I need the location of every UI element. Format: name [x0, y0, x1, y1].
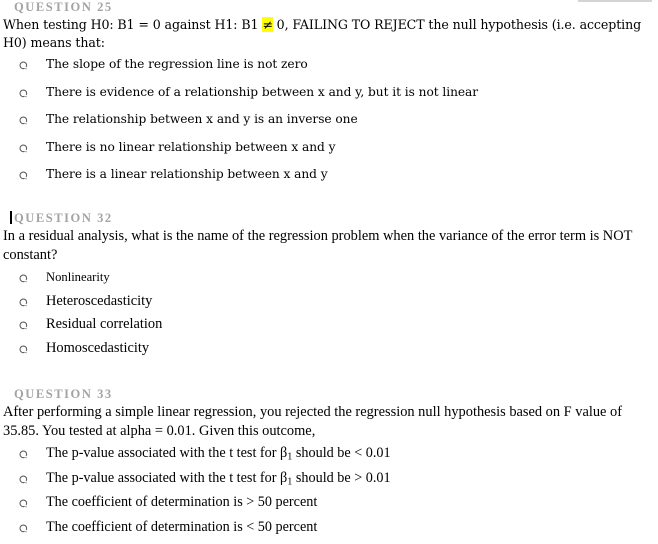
option-label-pre: The p-value associated with the t test f… — [46, 469, 288, 486]
option-label: The p-value associated with the t test f… — [46, 470, 391, 491]
option-label: There is no linear relationship between … — [46, 139, 336, 154]
option-label: The relationship between x and y is an i… — [46, 112, 358, 126]
option-label-post: should be > 0.01 — [292, 469, 391, 486]
option-row[interactable]: Homoscedasticity — [0, 340, 658, 364]
question-heading-32-label: QUESTION 32 — [14, 211, 113, 225]
quiz-page: QUESTION 25 When testing H0: B1 = 0 agai… — [0, 0, 658, 544]
question-heading-33: QUESTION 33 — [14, 387, 113, 401]
option-row[interactable]: The coefficient of determination is > 50… — [0, 494, 658, 519]
option-row[interactable]: Heteroscedasticity — [0, 293, 658, 317]
option-row[interactable]: There is no linear relationship between … — [0, 139, 658, 167]
option-row[interactable]: The slope of the regression line is not … — [0, 56, 658, 84]
question-block-32: QUESTION 32 In a residual analysis, what… — [0, 211, 658, 363]
radio-button-icon[interactable] — [19, 298, 28, 307]
radio-button-icon[interactable] — [19, 524, 28, 533]
option-row[interactable]: There is a linear relationship between x… — [0, 166, 658, 194]
option-row[interactable]: Nonlinearity — [0, 269, 658, 293]
question-text-25-part1: When testing H0: B1 = 0 against H1: B1 — [3, 17, 263, 32]
option-label-post: should be < 0.01 — [292, 445, 391, 461]
radio-button-icon[interactable] — [19, 144, 28, 153]
option-row[interactable]: The p-value associated with the t test f… — [0, 445, 658, 470]
options-list-33: The p-value associated with the t test f… — [0, 445, 658, 543]
question-text-25: When testing H0: B1 = 0 against H1: B1 ≠… — [0, 16, 658, 52]
option-label-pre: The coefficient of determination is > 50… — [46, 494, 318, 510]
radio-button-icon[interactable] — [19, 499, 28, 508]
option-label: Heteroscedasticity — [46, 292, 153, 309]
option-label: Homoscedasticity — [46, 339, 150, 356]
options-list-25: The slope of the regression line is not … — [0, 56, 658, 194]
option-label: Residual correlation — [46, 316, 163, 332]
radio-button-icon[interactable] — [19, 116, 28, 125]
option-row[interactable]: There is evidence of a relationship betw… — [0, 84, 658, 112]
radio-button-icon[interactable] — [19, 89, 28, 98]
radio-button-icon[interactable] — [19, 450, 28, 459]
option-label: There is evidence of a relationship betw… — [46, 84, 479, 99]
question-text-32: In a residual analysis, what is the name… — [3, 228, 633, 263]
option-label-pre: The p-value associated with the t test f… — [46, 445, 288, 461]
radio-button-icon[interactable] — [19, 61, 28, 70]
option-row[interactable]: The relationship between x and y is an i… — [0, 111, 658, 139]
option-label: The coefficient of determination is < 50… — [46, 519, 317, 540]
options-list-32: Nonlinearity Heteroscedasticity Residual… — [0, 269, 658, 363]
radio-button-icon[interactable] — [19, 321, 28, 330]
question-text-33: After performing a simple linear regress… — [3, 404, 623, 439]
radio-button-icon[interactable] — [19, 274, 28, 283]
question-block-25: QUESTION 25 When testing H0: B1 = 0 agai… — [0, 0, 658, 194]
option-label: Nonlinearity — [46, 270, 110, 284]
radio-button-icon[interactable] — [19, 171, 28, 180]
option-label: There is a linear relationship between x… — [46, 167, 328, 181]
question-block-33: QUESTION 33 After performing a simple li… — [0, 387, 658, 543]
question-heading-25: QUESTION 25 — [14, 0, 113, 14]
option-row[interactable]: Residual correlation — [0, 316, 658, 340]
option-row[interactable]: The p-value associated with the t test f… — [0, 470, 658, 495]
option-label: The p-value associated with the t test f… — [46, 445, 391, 466]
option-row[interactable]: The coefficient of determination is < 50… — [0, 519, 658, 544]
option-label: The coefficient of determination is > 50… — [46, 494, 317, 515]
question-heading-32: QUESTION 32 — [0, 211, 658, 225]
radio-button-icon[interactable] — [19, 475, 28, 484]
radio-button-icon[interactable] — [19, 345, 28, 354]
not-equal-highlight: ≠ — [262, 17, 273, 32]
option-label: The slope of the regression line is not … — [46, 57, 308, 71]
text-cursor-caret — [10, 211, 12, 224]
option-label-pre: The coefficient of determination is < 50… — [46, 518, 318, 535]
